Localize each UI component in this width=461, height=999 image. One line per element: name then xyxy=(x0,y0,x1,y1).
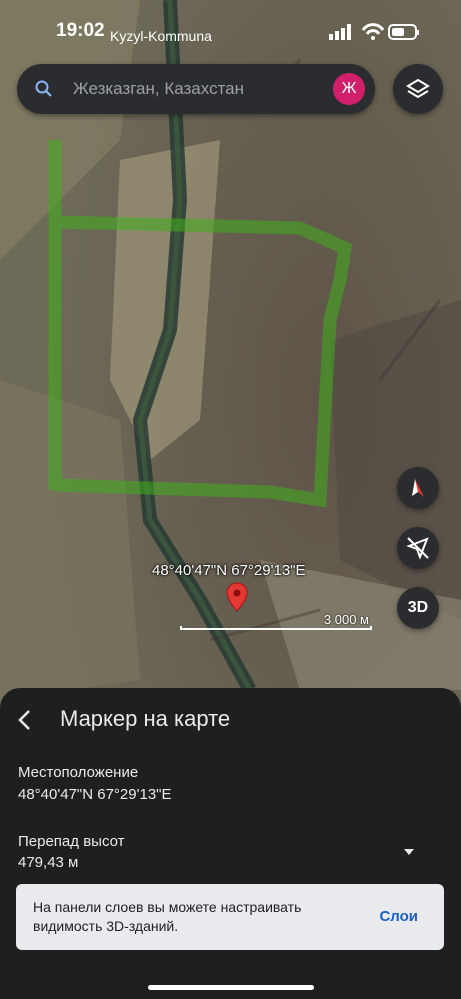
status-location: Kyzyl-Kommuna xyxy=(110,28,212,44)
search-query[interactable]: Жезказган, Казахстан xyxy=(73,79,244,99)
compass-button[interactable] xyxy=(397,467,439,509)
map-pin-icon[interactable] xyxy=(226,582,248,612)
compass-icon xyxy=(412,479,424,497)
location-off-icon xyxy=(406,537,429,560)
location-value[interactable]: 48°40'47"N 67°29'13"E xyxy=(18,786,172,803)
wifi-icon xyxy=(361,23,385,40)
status-bar: 19:02 Kyzyl-Kommuna xyxy=(0,18,461,46)
status-time: 19:02 xyxy=(56,20,105,41)
3d-label: 3D xyxy=(407,599,429,616)
chevron-down-icon[interactable] xyxy=(401,846,417,858)
scale-bar: 3 000 м xyxy=(180,612,375,634)
elevation-value: 479,43 м xyxy=(18,854,79,871)
search-icon xyxy=(35,80,52,97)
layers-icon xyxy=(406,78,430,99)
battery-icon xyxy=(388,24,419,40)
search-bar[interactable]: Жезказган, Казахстан Ж xyxy=(17,64,375,114)
scale-label: 3 000 м xyxy=(323,612,369,627)
marker-details-sheet: Маркер на карте Местоположение 48°40'47"… xyxy=(0,688,461,999)
location-label: Местоположение xyxy=(18,764,139,781)
account-avatar[interactable]: Ж xyxy=(333,73,365,105)
elevation-label: Перепад высот xyxy=(18,833,125,850)
my-location-button[interactable] xyxy=(397,527,439,569)
layers-button[interactable] xyxy=(393,64,443,114)
layers-hint-snackbar: На панели слоев вы можете настраивать ви… xyxy=(16,884,444,950)
3d-toggle-button[interactable]: 3D xyxy=(397,587,439,629)
marker-coordinates-label: 48°40'47"N 67°29'13"E xyxy=(152,562,306,579)
back-arrow-icon[interactable] xyxy=(14,708,36,732)
status-icons xyxy=(329,23,419,40)
sheet-title: Маркер на карте xyxy=(60,706,231,731)
snackbar-layers-button[interactable]: Слои xyxy=(379,908,418,925)
home-indicator[interactable] xyxy=(148,985,314,990)
snackbar-message: На панели слоев вы можете настраивать ви… xyxy=(33,899,302,934)
cellular-signal-icon xyxy=(329,24,351,40)
